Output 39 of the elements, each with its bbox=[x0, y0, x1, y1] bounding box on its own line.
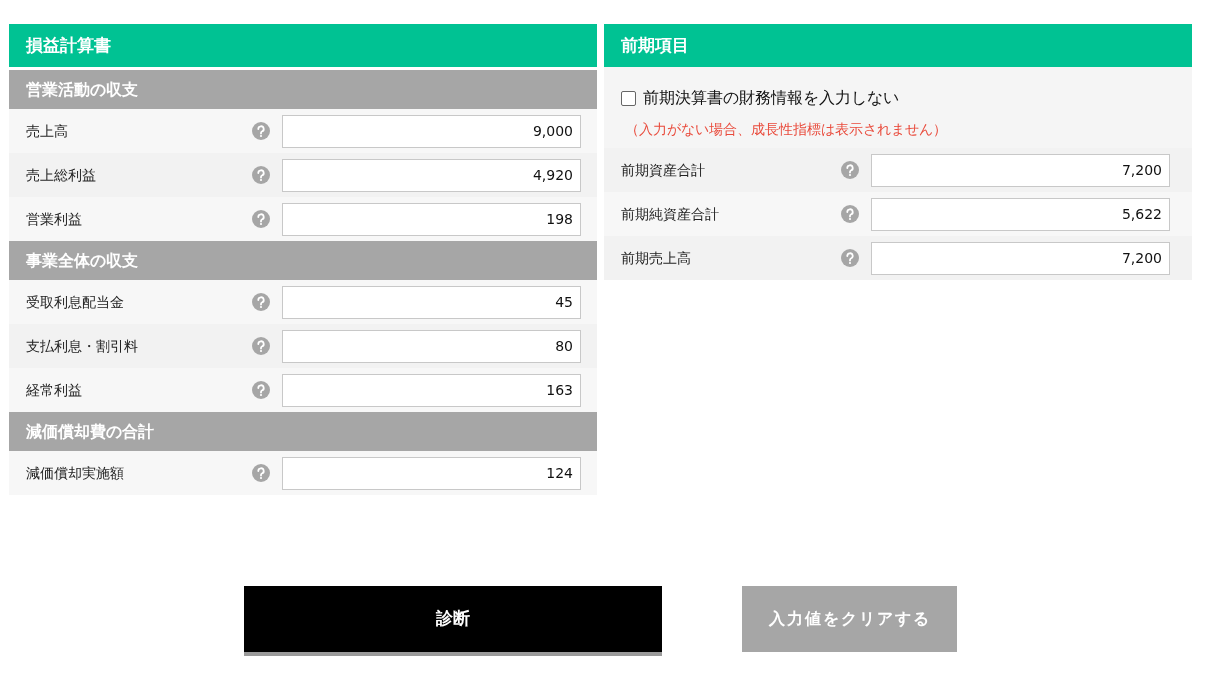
checkbox[interactable] bbox=[621, 90, 636, 106]
field-label: 経常利益 bbox=[26, 380, 83, 400]
number-input[interactable]: 7,200 bbox=[871, 153, 1170, 187]
number-input[interactable]: 45 bbox=[282, 285, 581, 319]
help-icon[interactable] bbox=[841, 161, 859, 179]
number-input[interactable]: 198 bbox=[282, 202, 581, 236]
help-icon[interactable] bbox=[252, 210, 270, 228]
field-label: 前期資産合計 bbox=[621, 160, 706, 180]
section-header: 減価償却費の合計 bbox=[9, 412, 597, 451]
panel-header: 損益計算書 bbox=[9, 24, 597, 67]
number-input[interactable]: 5,622 bbox=[871, 197, 1170, 231]
section-header: 営業活動の収支 bbox=[9, 70, 597, 109]
number-input[interactable]: 7,200 bbox=[871, 241, 1170, 275]
field-label: 支払利息・割引料 bbox=[26, 336, 139, 356]
help-icon[interactable] bbox=[841, 205, 859, 223]
help-icon[interactable] bbox=[841, 249, 859, 267]
panel-header: 前期項目 bbox=[604, 24, 1192, 67]
help-icon[interactable] bbox=[252, 381, 270, 399]
number-input[interactable]: 80 bbox=[282, 329, 581, 363]
number-input[interactable]: 4,920 bbox=[282, 158, 581, 192]
field-label: 売上総利益 bbox=[26, 165, 97, 185]
field-label: 減価償却実施額 bbox=[26, 463, 125, 483]
diagnose-button[interactable]: 診断 bbox=[244, 586, 662, 656]
field-label: 営業利益 bbox=[26, 209, 83, 229]
help-icon[interactable] bbox=[252, 464, 270, 482]
help-icon[interactable] bbox=[252, 293, 270, 311]
checkbox-option[interactable]: 前期決算書の財務情報を入力しない bbox=[621, 86, 1192, 110]
help-icon[interactable] bbox=[252, 337, 270, 355]
field-label: 売上高 bbox=[26, 121, 69, 141]
field-label: 受取利息配当金 bbox=[26, 292, 125, 312]
help-icon[interactable] bbox=[252, 122, 270, 140]
field-label: 前期純資産合計 bbox=[621, 204, 720, 224]
help-icon[interactable] bbox=[252, 166, 270, 184]
number-input[interactable]: 9,000 bbox=[282, 114, 581, 148]
warning-note: （入力がない場合、成長性指標は表示されません） bbox=[624, 120, 948, 139]
number-input[interactable]: 124 bbox=[282, 456, 581, 490]
section-header: 事業全体の収支 bbox=[9, 241, 597, 280]
field-label: 前期売上高 bbox=[621, 248, 692, 268]
number-input[interactable]: 163 bbox=[282, 373, 581, 407]
